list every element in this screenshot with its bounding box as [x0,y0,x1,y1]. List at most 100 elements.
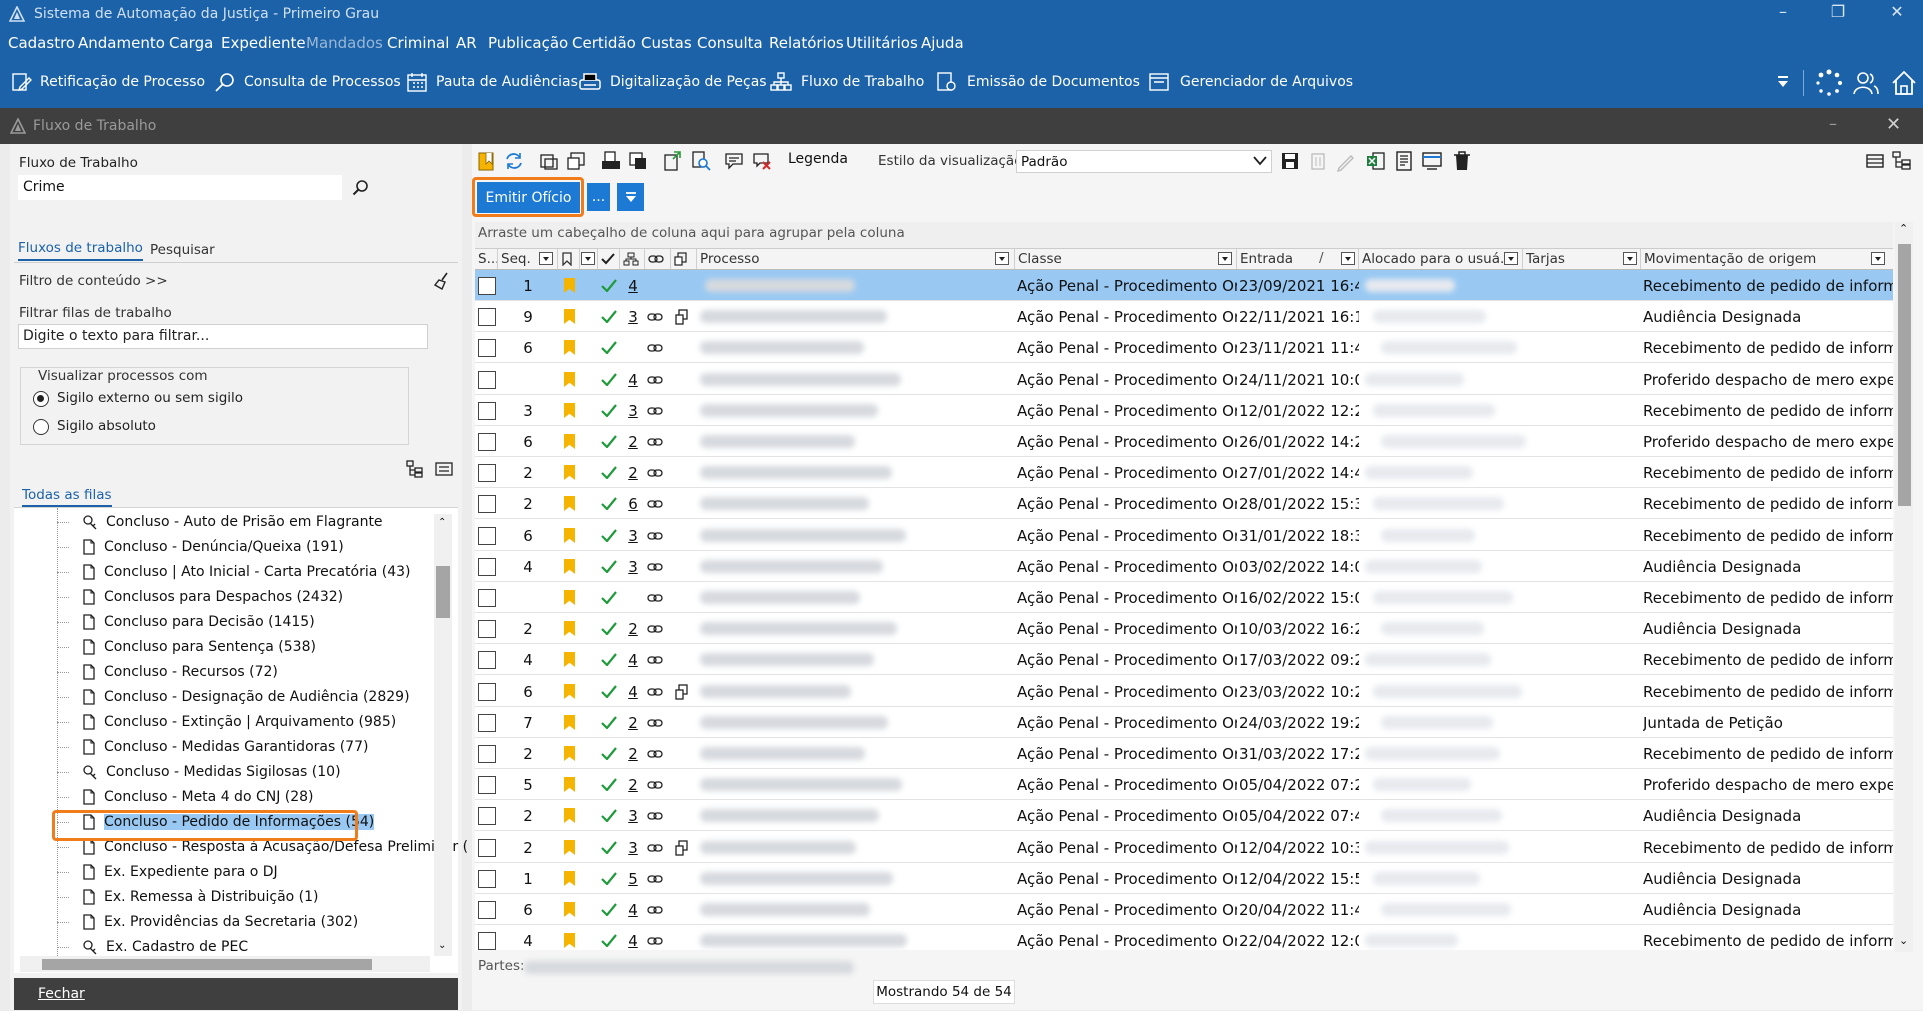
excel-export-icon[interactable] [1365,150,1387,172]
search-document-icon[interactable] [690,150,712,172]
row-checkbox[interactable] [478,744,496,763]
queue-item[interactable]: Ex. Expediente para o DJ [82,860,278,884]
row-checkbox[interactable] [478,432,496,451]
row-count-link[interactable]: 4 [623,894,643,925]
col-note[interactable] [558,249,580,269]
row-checkbox[interactable] [478,775,496,794]
search-icon[interactable] [352,179,370,197]
tree-expand-icon[interactable] [405,459,425,479]
queue-item[interactable]: Concluso - Designação de Audiência (2829… [82,685,410,709]
table-row[interactable]: 9 3 Ação Penal - Procedimento Ordi 22/11/20… [475,301,1893,332]
grid-vertical-scrollbar[interactable]: ⌃ ⌄ [1895,222,1913,952]
row-checkbox[interactable] [478,307,496,326]
tree-hscroll-thumb[interactable] [42,959,372,970]
table-row[interactable]: 6 3 Ação Penal - Procedimento Ordi 31/01/20… [475,520,1893,551]
row-count-link[interactable]: 6 [623,488,643,519]
menu-relatorios[interactable]: Relatórios [769,34,844,52]
link-icon[interactable] [647,593,663,603]
bookmark-flag-icon[interactable] [564,621,575,636]
tree-vertical-scrollbar[interactable]: ⌃ ⌄ [434,514,452,956]
menu-carga[interactable]: Carga [169,34,213,52]
tree-collapse-icon[interactable] [434,459,454,479]
menu-ar[interactable]: AR [456,34,477,52]
comment-icon[interactable] [723,150,745,172]
toolbar-emissao-button[interactable]: Emissão de Documentos [935,67,1140,97]
row-count-link[interactable]: 4 [623,364,643,395]
menu-custas[interactable]: Custas [641,34,692,52]
bookmark-flag-icon[interactable] [564,403,575,418]
menu-criminal[interactable]: Criminal [387,34,449,52]
row-count-link[interactable]: 2 [623,426,643,457]
row-checkbox[interactable] [478,619,496,638]
col-alocado-filter-icon[interactable] [1504,252,1518,265]
col-seq[interactable]: Seq. [498,249,558,269]
tree-scroll-thumb[interactable] [436,566,450,618]
link-icon[interactable] [647,843,663,853]
bookmark-flag-icon[interactable] [564,777,575,792]
bookmark-flag-icon[interactable] [564,528,575,543]
table-row[interactable]: 1 5 Ação Penal - Procedimento Ordi 12/04/20… [475,863,1893,894]
clear-filter-broom-icon[interactable] [433,272,451,290]
col-processo[interactable]: Processo [697,249,1015,269]
row-count-link[interactable]: 4 [623,644,643,675]
bookmark-flag-icon[interactable] [564,871,575,886]
col-doc[interactable] [671,249,697,269]
row-count-link[interactable]: 3 [623,395,643,426]
col-status[interactable]: S... [475,249,498,269]
col-classe-filter-icon[interactable] [1218,252,1232,265]
link-icon[interactable] [647,531,663,541]
copy-selection-icon[interactable] [538,150,560,172]
col-tarjas-filter-icon[interactable] [1623,252,1637,265]
table-row[interactable]: 4 Ação Penal - Procedimento Ordi 24/11/202… [475,364,1893,395]
row-checkbox[interactable] [478,588,496,607]
link-icon[interactable] [647,312,663,322]
col-check[interactable] [598,249,620,269]
row-checkbox[interactable] [478,806,496,825]
bookmark-flag-icon[interactable] [564,559,575,574]
export-document-icon[interactable] [662,150,684,172]
col-seq-filter-icon[interactable] [539,252,553,265]
users-icon[interactable] [1852,69,1880,97]
table-row[interactable]: 6 4 Ação Penal - Procedimento Ordi 20/04/20… [475,894,1893,925]
filter-queues-input[interactable]: Digite o texto para filtrar... [18,324,428,349]
link-icon[interactable] [647,406,663,416]
row-checkbox[interactable] [478,557,496,576]
table-row[interactable]: 4 4 Ação Penal - Procedimento Ordi 17/03/20… [475,644,1893,675]
bookmark-flag-icon[interactable] [564,746,575,761]
queue-item[interactable]: Concluso para Sentença (538) [82,635,316,659]
toolbar-retificacao-button[interactable]: Retificação de Processo [10,67,205,97]
table-row[interactable]: 7 2 Ação Penal - Procedimento Ordi 24/03/20… [475,707,1893,738]
row-checkbox[interactable] [478,370,496,389]
menu-expediente[interactable]: Expediente [221,34,306,52]
queue-item[interactable]: Concluso | Ato Inicial - Carta Precatóri… [82,560,411,584]
loading-spinner-icon[interactable] [1815,69,1843,97]
col-classe[interactable]: Classe [1015,249,1237,269]
queue-item[interactable]: Concluso - Medidas Garantidoras (77) [82,735,368,759]
attachment-icon[interactable] [674,308,689,325]
table-row[interactable]: 1 4 Ação Penal - Procedimento Ordi 23/09/20… [475,270,1893,301]
row-checkbox[interactable] [478,526,496,545]
link-icon[interactable] [647,780,663,790]
row-count-link[interactable]: 2 [623,457,643,488]
toolbar-pauta-button[interactable]: Pauta de Audiências [406,67,578,97]
list-document-icon[interactable] [1393,150,1415,172]
row-count-link[interactable]: 4 [623,676,643,707]
link-icon[interactable] [647,437,663,447]
table-row[interactable]: Ação Penal - Procedimento Ordi 16/02/2022… [475,582,1893,613]
toolbar-fluxo-button[interactable]: Fluxo de Trabalho [769,67,924,97]
row-checkbox[interactable] [478,463,496,482]
table-row[interactable]: 2 6 Ação Penal - Procedimento Ordi 28/01/20… [475,488,1893,519]
col-entrada[interactable]: Entrada / [1237,249,1359,269]
inner-minimize-button[interactable]: – [1829,114,1837,133]
col-processo-filter-icon[interactable] [995,252,1009,265]
tree-scroll-up-icon[interactable]: ⌃ [438,517,446,528]
link-icon[interactable] [647,343,663,353]
content-filter-toggle[interactable]: Filtro de conteúdo >> [19,273,168,289]
bookmark-flag-icon[interactable] [564,309,575,324]
link-icon[interactable] [647,874,663,884]
menu-consulta[interactable]: Consulta [697,34,763,52]
legend-link[interactable]: Legenda [788,151,848,167]
table-row[interactable]: 4 3 Ação Penal - Procedimento Ordi 03/02/20… [475,551,1893,582]
menu-andamento[interactable]: Andamento [78,34,165,52]
radio-sigilo-externo[interactable] [33,391,49,407]
